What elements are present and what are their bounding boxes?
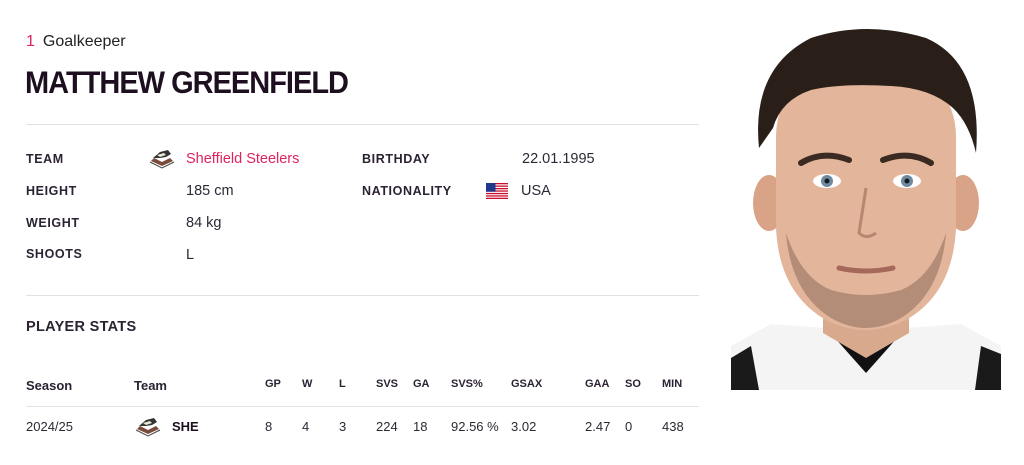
col-svs-pct: SVS% — [451, 378, 483, 390]
cell-gaa: 2.47 — [585, 419, 611, 434]
weight-value: 84 kg — [186, 215, 222, 231]
cell-svs: 224 — [376, 419, 398, 434]
cell-w: 4 — [302, 419, 310, 434]
divider-top — [26, 124, 699, 125]
cell-svs-pct: 92.56 % — [451, 419, 499, 434]
cell-gp: 8 — [265, 419, 273, 434]
col-ga: GA — [413, 378, 430, 390]
cell-gsax: 3.02 — [511, 419, 537, 434]
position-label: Goalkeeper — [42, 33, 126, 50]
height-value: 185 cm — [186, 183, 234, 199]
col-season: Season — [26, 378, 73, 393]
birthday-value: 22.01.1995 — [522, 151, 595, 167]
nationality-value: USA — [521, 183, 551, 199]
height-label: HEIGHT — [26, 184, 77, 198]
col-so: SO — [625, 378, 641, 390]
col-gp: GP — [265, 378, 281, 390]
divider-middle — [26, 295, 699, 296]
team-label: TEAM — [26, 152, 64, 166]
col-l: L — [339, 378, 346, 390]
player-position-line: 1 Goalkeeper — [26, 33, 126, 51]
cell-so: 0 — [625, 419, 633, 434]
col-svs: SVS — [376, 378, 399, 390]
jersey-number: 1 — [26, 33, 35, 50]
usa-flag-icon — [486, 183, 508, 199]
cell-team[interactable]: SHE — [172, 419, 199, 434]
weight-label: WEIGHT — [26, 216, 80, 230]
cell-season: 2024/25 — [26, 419, 73, 434]
col-gaa: GAA — [585, 378, 610, 390]
col-gsax: GSAX — [511, 378, 543, 390]
team-logo-icon — [135, 418, 161, 437]
cell-min: 438 — [662, 419, 684, 434]
nationality-label: NATIONALITY — [362, 184, 452, 198]
cell-ga: 18 — [413, 419, 428, 434]
stats-header-divider — [26, 406, 699, 407]
player-name: MATTHEW GREENFIELD — [25, 66, 349, 101]
birthday-label: BIRTHDAY — [362, 152, 431, 166]
col-min: MIN — [662, 378, 683, 390]
cell-l: 3 — [339, 419, 347, 434]
team-link[interactable]: Sheffield Steelers — [186, 151, 299, 167]
col-w: W — [302, 378, 313, 390]
player-stats-title: PLAYER STATS — [26, 319, 137, 335]
shoots-value: L — [186, 247, 195, 263]
team-logo-icon — [149, 150, 175, 169]
col-team: Team — [134, 378, 167, 393]
shoots-label: SHOOTS — [26, 247, 83, 261]
player-photo — [731, 29, 1001, 390]
